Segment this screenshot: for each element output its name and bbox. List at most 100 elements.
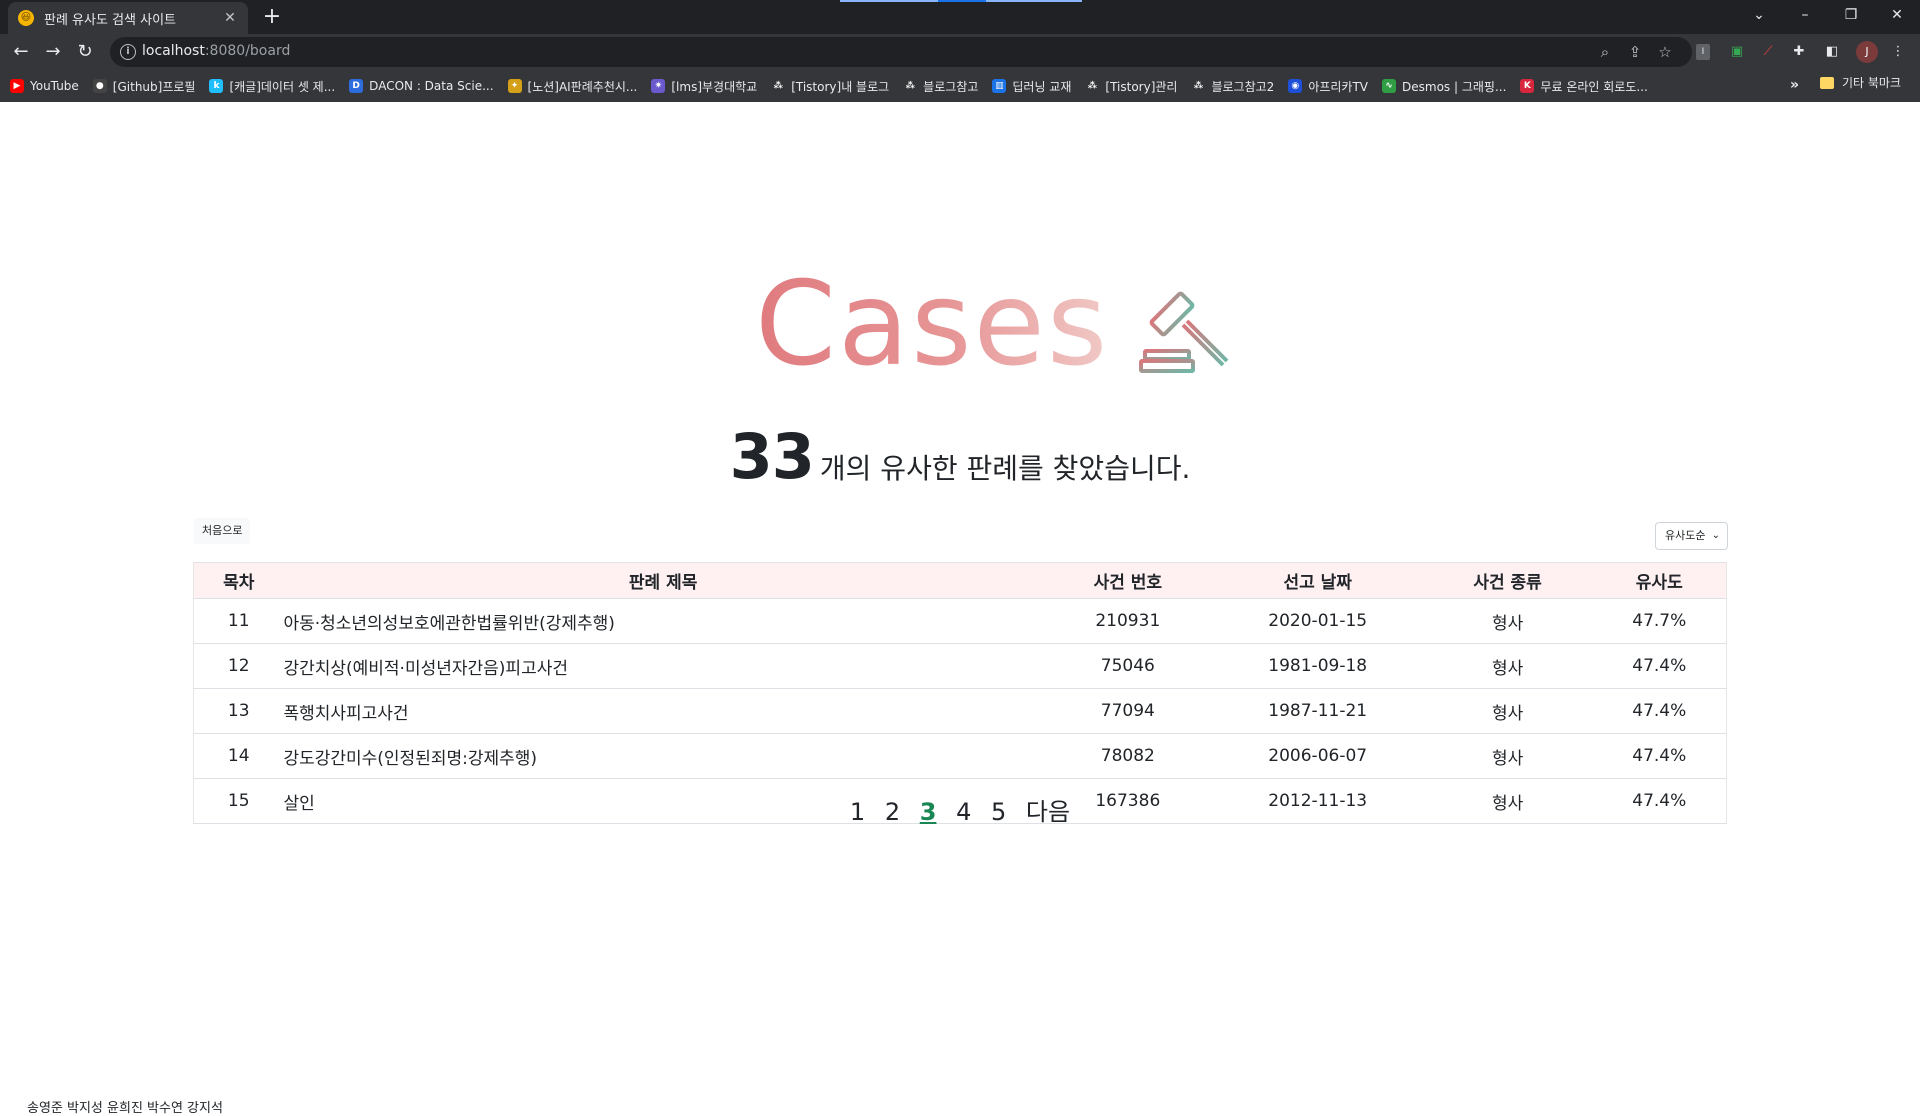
case-title-link[interactable]: 강도강간미수(인정된죄명:강제추행) [283,733,1043,779]
bookmark-item[interactable]: D DACON : Data Scie... [349,79,494,93]
bookmark-star-icon[interactable]: ☆ [1654,41,1676,63]
result-summary: 33 개의 유사한 판례를 찾았습니다. [0,420,1920,493]
bookmark-label: [캐글]데이터 셋 제... [229,79,336,94]
cell-case-type: 형사 [1422,688,1593,734]
desmos-icon: ∿ [1382,79,1397,93]
table-row[interactable]: 14 강도강간미수(인정된죄명:강제추행) 78082 2006-06-07 형… [193,733,1727,779]
profile-avatar[interactable]: J [1856,41,1878,63]
pagination: 1 2 3 4 5 다음 [0,792,1920,827]
bulb-icon: ✦ [507,79,522,93]
chevron-down-icon: ⌄ [1711,530,1720,541]
cell-case-number: 78082 [1042,733,1213,779]
bookmark-label: Desmos | 그래핑... [1402,79,1507,94]
table-row[interactable]: 11 아동·청소년의성보호에관한법률위반(강제추행) 210931 2020-0… [193,598,1727,644]
tab-search-icon[interactable]: ⌄ [1736,0,1782,30]
bookmark-item[interactable]: K 무료 온라인 회로도... [1520,78,1648,95]
bookmark-label: [Tistory]내 블로그 [791,79,890,94]
share-icon[interactable]: ⇪ [1624,41,1646,63]
gavel-icon [1139,291,1229,373]
bookmark-label: YouTube [30,79,79,93]
page-link-4[interactable]: 4 [956,798,971,826]
lms-icon: ✷ [651,79,666,93]
bookmark-item[interactable]: ∿ Desmos | 그래핑... [1382,78,1506,95]
bookmark-item[interactable]: ✷ [lms]부경대학교 [651,78,757,95]
minimize-button[interactable]: – [1782,0,1828,30]
table-row[interactable]: 13 폭행치사피고사건 77094 1987-11-21 형사 47.4% [193,688,1727,734]
cell-case-type: 형사 [1422,598,1593,644]
new-tab-button[interactable]: + [258,4,286,32]
column-header-title: 판례 제목 [283,562,1043,599]
bookmark-label: 블로그참고 [923,79,979,94]
extension-icon[interactable]: I [1696,44,1710,60]
other-bookmarks-label: 기타 북마크 [1842,76,1902,90]
table-header-row: 목차 판례 제목 사건 번호 선고 날짜 사건 종류 유사도 [193,562,1727,599]
bookmark-item[interactable]: ◉ 아프리카TV [1288,78,1368,95]
restore-button[interactable]: ❐ [1828,0,1874,30]
case-title-link[interactable]: 아동·청소년의성보호에관한법률위반(강제추행) [283,598,1043,644]
bookmark-item[interactable]: ⁂ [Tistory]관리 [1085,78,1177,95]
zoom-icon[interactable]: ⌕ [1594,41,1616,63]
tab-strip-highlight [840,0,938,2]
bookmark-label: [Tistory]관리 [1105,79,1178,94]
site-info-icon[interactable]: i [120,44,136,60]
cell-index: 11 [193,598,284,644]
result-message: 개의 유사한 판례를 찾았습니다. [819,452,1191,485]
extension-icon[interactable]: ⟋ [1758,42,1778,62]
case-title-link[interactable]: 강간치상(예비적·미성년자간음)피고사건 [283,643,1043,689]
cell-case-type: 형사 [1422,733,1593,779]
bookmark-item[interactable]: ⁂ 블로그참고2 [1191,78,1274,95]
cell-index: 13 [193,688,284,734]
reload-button[interactable]: ↻ [70,37,100,67]
other-bookmarks-folder[interactable]: 기타 북마크 [1820,74,1901,91]
side-panel-icon[interactable]: ◧ [1822,42,1842,62]
bookmark-label: 딥러닝 교재 [1012,79,1072,94]
cell-date: 2020-01-15 [1212,598,1423,644]
extension-icon[interactable]: ▣ [1727,42,1747,62]
bookmark-item[interactable]: ● [Github]프로필 [92,78,195,95]
sort-select-value: 유사도순 [1665,529,1706,542]
folder-icon [1820,76,1834,89]
column-header-index: 목차 [193,562,284,599]
bookmark-item[interactable]: ⁂ 블로그참고 [903,78,978,95]
back-button[interactable]: ← [6,37,36,67]
sort-select[interactable]: 유사도순 ⌄ [1655,522,1728,550]
bookmark-item[interactable]: ▶ YouTube [10,79,79,93]
cell-similarity: 47.7% [1592,598,1727,644]
address-url: localhost:8080/board [142,43,290,59]
cell-similarity: 47.4% [1592,643,1727,689]
address-bar[interactable]: i localhost:8080/board ⌕ ⇪ ☆ [110,37,1692,67]
tistory-icon: ⁂ [1085,79,1100,93]
tab-title: 판례 유사도 검색 사이트 [44,12,176,28]
cell-date: 1981-09-18 [1212,643,1423,689]
extensions-puzzle-icon[interactable]: ✚ [1789,42,1809,62]
column-header-case-type: 사건 종류 [1422,562,1593,599]
afreeca-icon: ◉ [1288,79,1303,93]
bookmark-label: 무료 온라인 회로도... [1540,79,1648,94]
bookmark-item[interactable]: ▥ 딥러닝 교재 [992,78,1071,95]
bookmark-item[interactable]: ⁂ [Tistory]내 블로그 [771,78,889,95]
result-count: 33 [729,420,815,493]
next-page-link[interactable]: 다음 [1026,792,1070,827]
bookmark-item[interactable]: k [캐글]데이터 셋 제... [209,78,335,95]
page-link-3-current[interactable]: 3 [920,798,937,826]
cell-date: 1987-11-21 [1212,688,1423,734]
column-header-date: 선고 날짜 [1212,562,1423,599]
page-link-2[interactable]: 2 [885,798,900,826]
page-link-1[interactable]: 1 [850,798,865,826]
site-logo: Cases [755,267,1231,383]
close-tab-icon[interactable]: ✕ [222,10,238,26]
forward-button[interactable]: → [38,37,68,67]
page-link-5[interactable]: 5 [991,798,1006,826]
cell-date: 2006-06-07 [1212,733,1423,779]
more-bookmarks-button[interactable]: » [1790,77,1799,93]
case-title-link[interactable]: 폭행치사피고사건 [283,688,1043,734]
home-button[interactable]: 처음으로 [194,518,251,544]
bookmark-item[interactable]: ✦ [노션]AI판례추천시... [507,78,637,95]
smiley-favicon-icon: 😃 [18,10,34,26]
bookmarks-bar: ▶ YouTube ● [Github]프로필 k [캐글]데이터 셋 제... D DACO… [0,70,1920,102]
browser-tab[interactable]: 😃 판례 유사도 검색 사이트 ✕ [8,2,248,34]
table-row[interactable]: 12 강간치상(예비적·미성년자간음)피고사건 75046 1981-09-18… [193,643,1727,689]
bookmark-label: 아프리카TV [1308,79,1369,94]
menu-kebab-icon[interactable]: ⋮ [1888,42,1908,62]
close-window-button[interactable]: ✕ [1874,0,1920,30]
